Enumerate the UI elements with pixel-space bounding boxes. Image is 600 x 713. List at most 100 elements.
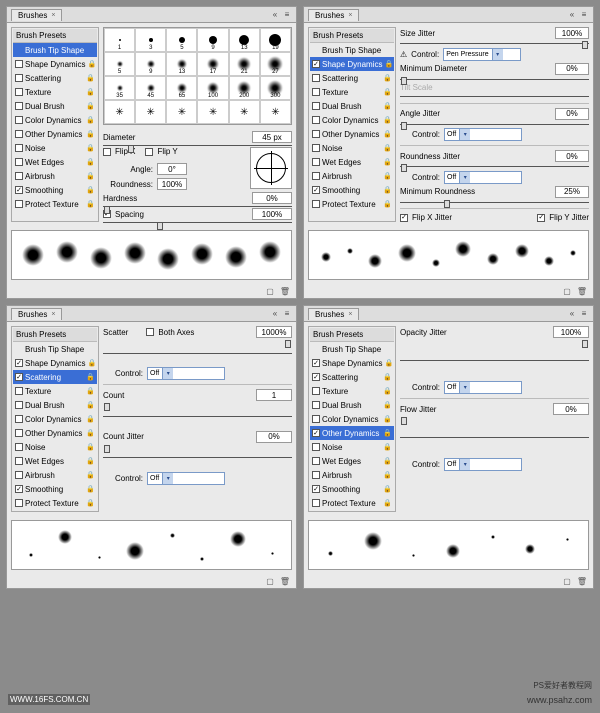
angle-jitter-slider[interactable] (400, 122, 589, 127)
sidebar-item[interactable]: Texture🔒 (310, 85, 394, 99)
hardness-input[interactable]: 0% (252, 192, 292, 204)
sidebar-item[interactable]: Wet Edges🔒 (310, 155, 394, 169)
sidebar-item[interactable]: Noise🔒 (13, 440, 97, 454)
brush-cell[interactable]: 1 (104, 28, 135, 52)
round-jitter-input[interactable]: 0% (555, 150, 589, 162)
brush-cell[interactable]: 5 (104, 52, 135, 76)
brush-cell[interactable]: 13 (166, 52, 197, 76)
checkbox[interactable] (312, 130, 320, 138)
control2-select[interactable]: Off▾ (444, 128, 522, 141)
checkbox[interactable] (15, 88, 23, 96)
checkbox[interactable] (312, 387, 320, 395)
brush-cell[interactable]: 9 (197, 28, 228, 52)
checkbox[interactable] (312, 144, 320, 152)
brush-cell[interactable]: 9 (135, 52, 166, 76)
sidebar-item[interactable]: Airbrush🔒 (13, 169, 97, 183)
roundness-input[interactable]: 100% (157, 178, 187, 190)
sidebar-item[interactable]: Other Dynamics🔒 (310, 127, 394, 141)
new-icon[interactable]: ▢ (266, 287, 274, 296)
scatter-input[interactable]: 1000% (256, 326, 292, 338)
arrow-icon[interactable]: « (567, 309, 577, 319)
op-jitter-slider[interactable] (400, 340, 589, 379)
angle-input[interactable]: 0° (157, 163, 187, 175)
sidebar-item[interactable]: Noise🔒 (310, 440, 394, 454)
sidebar-item[interactable]: Color Dynamics🔒 (13, 113, 97, 127)
both-axes-checkbox[interactable] (146, 328, 154, 336)
sidebar-item[interactable]: Protect Texture🔒 (310, 496, 394, 510)
sidebar-item[interactable]: Protect Texture🔒 (13, 496, 97, 510)
checkbox[interactable] (15, 158, 23, 166)
sidebar-item[interactable]: Other Dynamics🔒 (310, 426, 394, 440)
close-icon[interactable]: × (51, 311, 55, 318)
sidebar-item[interactable]: Noise🔒 (13, 141, 97, 155)
menu-icon[interactable]: ≡ (579, 309, 589, 319)
control-select[interactable]: Pen Pressure▾ (443, 48, 521, 61)
brush-cell[interactable]: ✳ (197, 100, 228, 124)
sidebar-item[interactable]: Smoothing🔒 (13, 183, 97, 197)
brush-cell[interactable]: 21 (229, 52, 260, 76)
min-diam-slider[interactable] (400, 77, 589, 82)
checkbox[interactable] (15, 429, 23, 437)
checkbox[interactable] (312, 415, 320, 423)
checkbox[interactable] (15, 172, 23, 180)
sidebar-item[interactable]: Dual Brush🔒 (13, 99, 97, 113)
sidebar-item[interactable]: Scattering🔒 (310, 370, 394, 384)
diameter-input[interactable]: 45 px (252, 131, 292, 143)
trash-icon[interactable]: 🗑 (577, 287, 587, 296)
close-icon[interactable]: × (348, 311, 352, 318)
brushes-tab[interactable]: Brushes× (11, 9, 62, 21)
sidebar-item[interactable]: Scattering🔒 (310, 71, 394, 85)
sidebar-item[interactable]: Protect Texture🔒 (13, 197, 97, 211)
arrow-icon[interactable]: « (270, 10, 280, 20)
checkbox[interactable] (15, 401, 23, 409)
brush-presets-header[interactable]: Brush Presets (310, 328, 394, 342)
checkbox[interactable] (15, 373, 23, 381)
checkbox[interactable] (312, 200, 320, 208)
new-icon[interactable]: ▢ (563, 287, 571, 296)
brush-grid[interactable]: 135913195913172127354565100200300✳✳✳✳✳✳ (103, 27, 292, 125)
checkbox[interactable] (312, 499, 320, 507)
sidebar-item[interactable]: Other Dynamics🔒 (13, 426, 97, 440)
count-jitter-input[interactable]: 0% (256, 431, 292, 443)
sidebar-item[interactable]: Brush Tip Shape (13, 342, 97, 356)
sidebar-item[interactable]: Brush Tip Shape (310, 43, 394, 57)
brush-cell[interactable]: ✳ (104, 100, 135, 124)
sidebar-item[interactable]: Scattering🔒 (13, 370, 97, 384)
checkbox[interactable] (15, 471, 23, 479)
checkbox[interactable] (15, 144, 23, 152)
brush-cell[interactable]: ✳ (229, 100, 260, 124)
brush-cell[interactable]: 17 (197, 52, 228, 76)
checkbox[interactable] (15, 60, 23, 68)
min-round-slider[interactable] (400, 200, 589, 205)
sidebar-item[interactable]: Smoothing🔒 (310, 183, 394, 197)
count-jitter-slider[interactable] (103, 445, 292, 470)
min-diam-input[interactable]: 0% (555, 63, 589, 75)
count-slider[interactable] (103, 403, 292, 428)
control3-select[interactable]: Off▾ (444, 171, 522, 184)
checkbox[interactable] (15, 443, 23, 451)
sidebar-item[interactable]: Smoothing🔒 (13, 482, 97, 496)
menu-icon[interactable]: ≡ (282, 309, 292, 319)
count-control-select[interactable]: Off▾ (147, 472, 225, 485)
sidebar-item[interactable]: Protect Texture🔒 (310, 197, 394, 211)
sidebar-item[interactable]: Dual Brush🔒 (310, 398, 394, 412)
checkbox[interactable] (312, 429, 320, 437)
checkbox[interactable] (312, 485, 320, 493)
checkbox[interactable] (15, 200, 23, 208)
round-jitter-slider[interactable] (400, 164, 589, 169)
sidebar-item[interactable]: Shape Dynamics🔒 (310, 57, 394, 71)
checkbox[interactable] (15, 130, 23, 138)
close-icon[interactable]: × (348, 12, 352, 19)
brush-cell[interactable]: 5 (166, 28, 197, 52)
sidebar-item[interactable]: Color Dynamics🔒 (310, 113, 394, 127)
brush-cell[interactable]: ✳ (135, 100, 166, 124)
sidebar-item[interactable]: Noise🔒 (310, 141, 394, 155)
min-round-input[interactable]: 25% (555, 186, 589, 198)
op-jitter-input[interactable]: 100% (553, 326, 589, 338)
checkbox[interactable] (312, 116, 320, 124)
sidebar-item[interactable]: Brush Tip Shape (310, 342, 394, 356)
count-input[interactable]: 1 (256, 389, 292, 401)
brush-cell[interactable]: 300 (260, 76, 291, 100)
spacing-input[interactable]: 100% (252, 208, 292, 220)
sidebar-item[interactable]: Airbrush🔒 (310, 169, 394, 183)
